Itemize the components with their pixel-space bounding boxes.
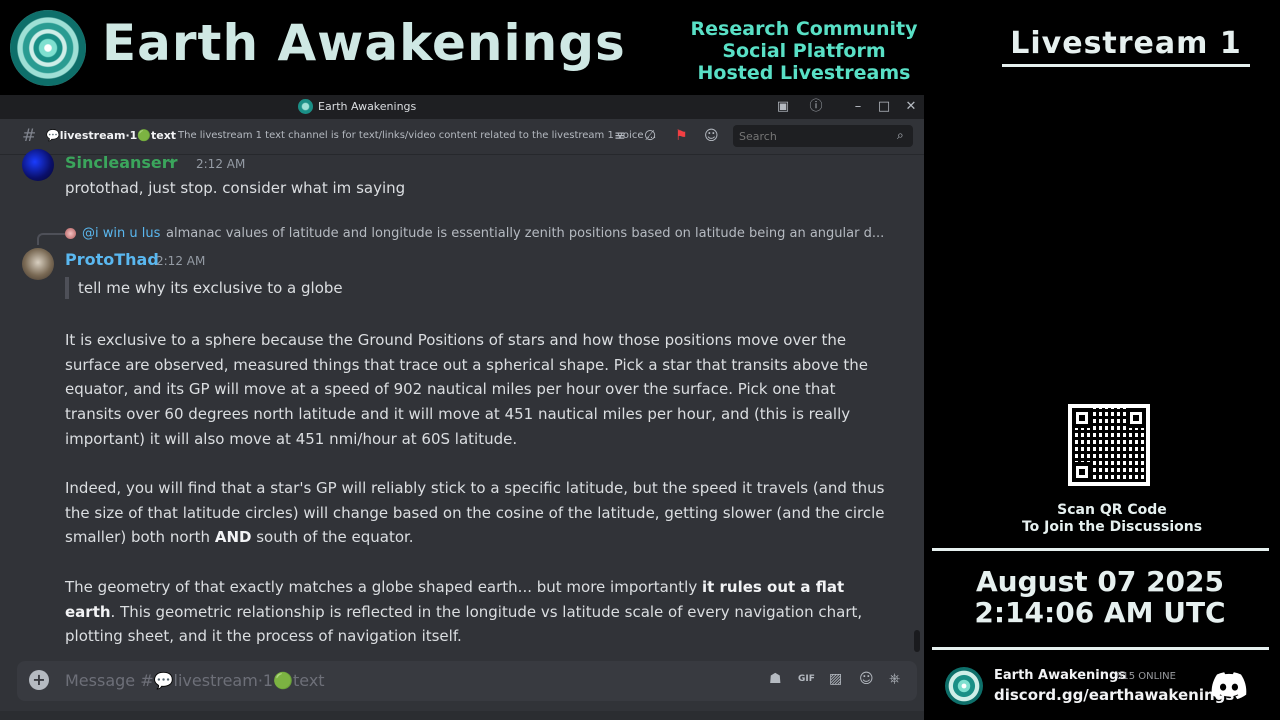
paragraph-text: The geometry of that exactly matches a g… bbox=[65, 578, 702, 596]
channel-name: 💬livestream·1🟢text bbox=[46, 129, 177, 142]
scan-caption: Scan QR Code To Join the Discussions bbox=[980, 502, 1244, 536]
brand-title: Earth Awakenings bbox=[102, 14, 626, 72]
qr-finder bbox=[1072, 462, 1092, 482]
threads-icon[interactable]: ≡ bbox=[614, 128, 626, 144]
qr-finder bbox=[1072, 408, 1092, 428]
avatar[interactable] bbox=[22, 248, 54, 280]
livestream-title: Livestream 1 bbox=[1010, 26, 1242, 61]
paragraph-bold: AND bbox=[214, 528, 252, 547]
message-input[interactable]: Message #💬livestream·1🟢text bbox=[65, 671, 325, 690]
scrollbar-thumb[interactable] bbox=[914, 630, 920, 652]
channel-topic[interactable]: The livestream 1 text channel is for tex… bbox=[178, 130, 656, 141]
message-timestamp: 2:12 AM bbox=[196, 157, 246, 171]
paragraph-text: Indeed, you will find that a star's GP w… bbox=[65, 479, 885, 547]
search-icon: ⌕ bbox=[897, 128, 904, 142]
gift-icon[interactable]: ☗ bbox=[769, 671, 782, 687]
server-name: Earth Awakenings bbox=[994, 668, 1127, 683]
help-icon[interactable]: ⓘ bbox=[805, 97, 827, 117]
tagline-line-2: Social Platform bbox=[722, 40, 886, 62]
message-paragraph-2: Indeed, you will find that a star's GP w… bbox=[65, 476, 895, 550]
message-quote: tell me why its exclusive to a globe bbox=[65, 277, 343, 299]
reply-preview[interactable]: almanac values of latitude and longitude… bbox=[166, 226, 884, 241]
user-badge-icon: ✦ bbox=[167, 155, 178, 169]
window-titlebar: Earth Awakenings ▣ ⓘ – □ ✕ bbox=[0, 95, 924, 119]
search-input[interactable] bbox=[733, 125, 913, 147]
divider bbox=[932, 548, 1269, 551]
plus-icon[interactable]: + bbox=[29, 670, 49, 690]
qr-pattern bbox=[1072, 408, 1146, 482]
channel-header: # 💬livestream·1🟢text The livestream 1 te… bbox=[0, 119, 924, 155]
qr-code-icon bbox=[1068, 404, 1150, 486]
divider bbox=[932, 647, 1269, 650]
scan-line-2: To Join the Discussions bbox=[1021, 519, 1203, 535]
message-username[interactable]: Sincleanserr bbox=[65, 153, 178, 172]
emoji-icon[interactable]: ☺ bbox=[859, 671, 874, 687]
scan-line-1: Scan QR Code bbox=[1057, 502, 1167, 518]
message-paragraph-1: It is exclusive to a sphere because the … bbox=[65, 331, 868, 448]
discord-window: Earth Awakenings ▣ ⓘ – □ ✕ # 💬livestream… bbox=[0, 95, 924, 720]
members-icon[interactable]: ☺ bbox=[704, 128, 719, 144]
avatar[interactable] bbox=[22, 149, 54, 181]
pin-icon[interactable]: ⚑ bbox=[675, 128, 688, 144]
tagline-line-1: Research Community bbox=[690, 18, 918, 40]
mute-icon[interactable]: ∅ bbox=[644, 128, 656, 144]
invite-link: discord.gg/earthawakenings bbox=[994, 686, 1235, 704]
window-bottom-edge bbox=[0, 711, 924, 720]
app-icon bbox=[298, 99, 313, 114]
minimize-icon[interactable]: – bbox=[847, 97, 869, 117]
discord-logo-icon bbox=[1211, 672, 1247, 700]
tagline-line-3: Hosted Livestreams bbox=[697, 62, 911, 84]
message-composer[interactable]: + Message #💬livestream·1🟢text ☗ GIF ▨ ☺ … bbox=[17, 661, 917, 701]
tagline: Research Community Social Platform Hoste… bbox=[672, 18, 936, 84]
message-username[interactable]: ProtoThad bbox=[65, 250, 159, 269]
reply-connector bbox=[37, 233, 65, 245]
reply-avatar bbox=[65, 228, 76, 239]
message-text: protothad, just stop. consider what im s… bbox=[65, 179, 406, 197]
activity-icon[interactable]: ⎈ bbox=[889, 671, 900, 687]
inbox-icon[interactable]: ▣ bbox=[772, 97, 794, 117]
stream-time: 2:14:06 AM UTC bbox=[974, 596, 1226, 629]
server-icon bbox=[945, 667, 983, 705]
sticker-icon[interactable]: ▨ bbox=[829, 671, 842, 687]
qr-finder bbox=[1126, 408, 1146, 428]
livestream-underline bbox=[1002, 64, 1250, 67]
stream-date: August 07 2025 bbox=[975, 565, 1225, 598]
maximize-icon[interactable]: □ bbox=[873, 97, 895, 117]
hash-icon: # bbox=[22, 126, 37, 146]
online-count: 615 ONLINE bbox=[1116, 671, 1176, 682]
message-list: Sincleanserr ✦ 2:12 AM protothad, just s… bbox=[0, 149, 920, 655]
brand-logo-icon bbox=[10, 10, 86, 86]
gif-icon[interactable]: GIF bbox=[798, 674, 815, 684]
paragraph-text: . This geometric relationship is reflect… bbox=[65, 602, 863, 646]
reply-username[interactable]: @i win u lus bbox=[82, 226, 160, 241]
message-paragraph-3: The geometry of that exactly matches a g… bbox=[65, 575, 895, 649]
paragraph-text: south of the equator. bbox=[251, 528, 414, 547]
message-timestamp: 2:12 AM bbox=[156, 254, 206, 268]
close-icon[interactable]: ✕ bbox=[900, 97, 922, 117]
window-title: Earth Awakenings bbox=[318, 100, 417, 113]
